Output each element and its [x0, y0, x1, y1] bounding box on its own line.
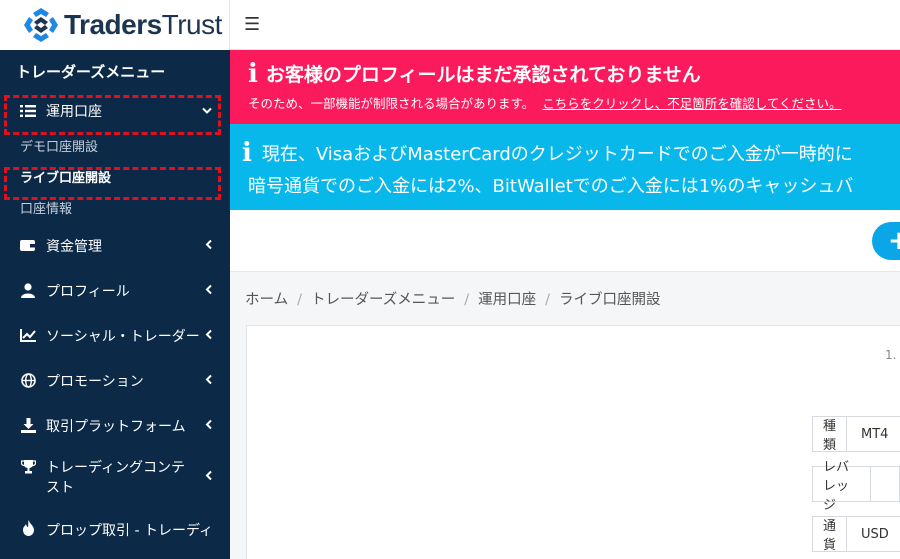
info-icon: i	[242, 138, 252, 168]
sidebar-subitem-live-account[interactable]: ライブ口座開設	[0, 161, 230, 192]
sidebar-item-label: 資金管理	[46, 238, 102, 255]
sidebar-subitem-label: デモ口座開設	[20, 140, 99, 155]
notice-line-2: 暗号通貨でのご入金には2%、BitWalletでのご入金には1%のキャッシュバ	[248, 176, 854, 197]
step-number: 1.	[885, 348, 897, 362]
form-value-leverage[interactable]	[871, 467, 899, 501]
chevron-left-icon	[205, 328, 212, 343]
form-label-leverage: レバレッジ	[813, 460, 871, 513]
content-card	[246, 325, 900, 559]
wallet-icon	[18, 238, 38, 254]
profile-alert-text: そのため、一部機能が制限される場合があります。	[248, 96, 535, 111]
trophy-icon	[18, 458, 38, 474]
globe-icon	[18, 373, 38, 389]
sidebar-item-trading-accounts[interactable]: 運用口座	[0, 92, 230, 130]
sidebar-subitem-demo-account[interactable]: デモ口座開設	[0, 130, 230, 161]
list-icon	[18, 103, 38, 119]
brand-logo[interactable]: TradersTrust	[0, 0, 230, 50]
chevron-left-icon	[205, 238, 212, 253]
chevron-left-icon	[205, 373, 212, 388]
breadcrumb-home[interactable]: ホーム	[245, 292, 288, 308]
form-label-type: 種類	[813, 417, 848, 453]
breadcrumb-current: ライブ口座開設	[559, 292, 661, 308]
brand-name: TradersTrust	[64, 9, 222, 40]
payment-notice-alert: i 現在、VisaおよびMasterCardのクレジットカードでのご入金が一時的…	[230, 124, 900, 210]
sidebar-item-label: トレーディングコンテスト	[46, 460, 186, 496]
breadcrumb-traders-menu[interactable]: トレーダーズメニュー	[311, 292, 455, 308]
info-icon: i	[248, 58, 258, 89]
breadcrumb-separator: /	[464, 292, 470, 308]
breadcrumb-separator: /	[545, 292, 551, 308]
sidebar-subitem-account-info[interactable]: 口座情報	[0, 192, 230, 223]
fire-icon	[18, 520, 38, 536]
chevron-left-icon	[205, 283, 212, 298]
chart-line-icon	[18, 328, 38, 344]
form-value-currency[interactable]: USD	[847, 517, 900, 551]
add-button[interactable]: +	[872, 222, 900, 260]
traders-trust-logo-icon	[22, 6, 60, 44]
sidebar-subitem-label: ライブ口座開設	[20, 171, 112, 186]
sidebar-title: トレーダーズメニュー	[16, 62, 166, 81]
sidebar-item-label: プロップ取引 - トレーディ	[46, 523, 213, 539]
sidebar-item-label: ソーシャル・トレーダー	[46, 328, 200, 345]
profile-alert-link[interactable]: こちらをクリックし、不足箇所を確認してください。	[542, 96, 841, 111]
sidebar-subitem-label: 口座情報	[20, 202, 73, 217]
breadcrumb-separator: /	[297, 292, 302, 308]
form-row-type: 種類 MT4	[812, 416, 900, 453]
breadcrumb-trading-accounts[interactable]: 運用口座	[478, 292, 536, 308]
sidebar-item-label: 取引プラットフォーム	[46, 418, 186, 435]
sidebar-item-social-trader[interactable]: ソーシャル・トレーダー	[0, 313, 230, 358]
profile-alert-title: お客様のプロフィールはまだ承認されておりません	[265, 64, 701, 86]
sidebar-item-funds[interactable]: 資金管理	[0, 223, 230, 268]
user-icon	[18, 283, 38, 299]
form-row-currency: 通貨 USD	[812, 516, 900, 553]
sidebar-item-profile[interactable]: プロフィール	[0, 268, 230, 313]
sidebar-item-prop-trading[interactable]: プロップ取引 - トレーディ	[0, 506, 230, 551]
topbar: ☰	[230, 0, 900, 50]
sidebar-item-label: プロモーション	[46, 373, 144, 390]
hamburger-menu-icon[interactable]: ☰	[244, 14, 260, 35]
sidebar-item-promotion[interactable]: プロモーション	[0, 358, 230, 403]
sidebar-item-platform[interactable]: 取引プラットフォーム	[0, 403, 230, 448]
form-row-leverage: レバレッジ	[812, 460, 900, 513]
sidebar-item-contest[interactable]: トレーディングコンテスト	[0, 448, 230, 506]
profile-alert: i お客様のプロフィールはまだ承認されておりません そのため、一部機能が制限され…	[230, 50, 900, 124]
action-bar: +	[230, 210, 900, 272]
chevron-down-icon	[202, 104, 212, 119]
sidebar: TradersTrust トレーダーズメニュー 運用口座 デモ口座開設 ライブ口…	[0, 0, 230, 559]
breadcrumb: ホーム / トレーダーズメニュー / 運用口座 / ライブ口座開設	[245, 288, 661, 309]
notice-line-1: 現在、VisaおよびMasterCardのクレジットカードでのご入金が一時的に	[261, 144, 853, 165]
form-label-currency: 通貨	[813, 517, 848, 553]
chevron-left-icon	[205, 470, 212, 485]
form-value-type[interactable]: MT4	[847, 417, 900, 451]
download-icon	[18, 418, 38, 434]
sidebar-item-label: プロフィール	[46, 283, 130, 300]
chevron-left-icon	[205, 418, 212, 433]
